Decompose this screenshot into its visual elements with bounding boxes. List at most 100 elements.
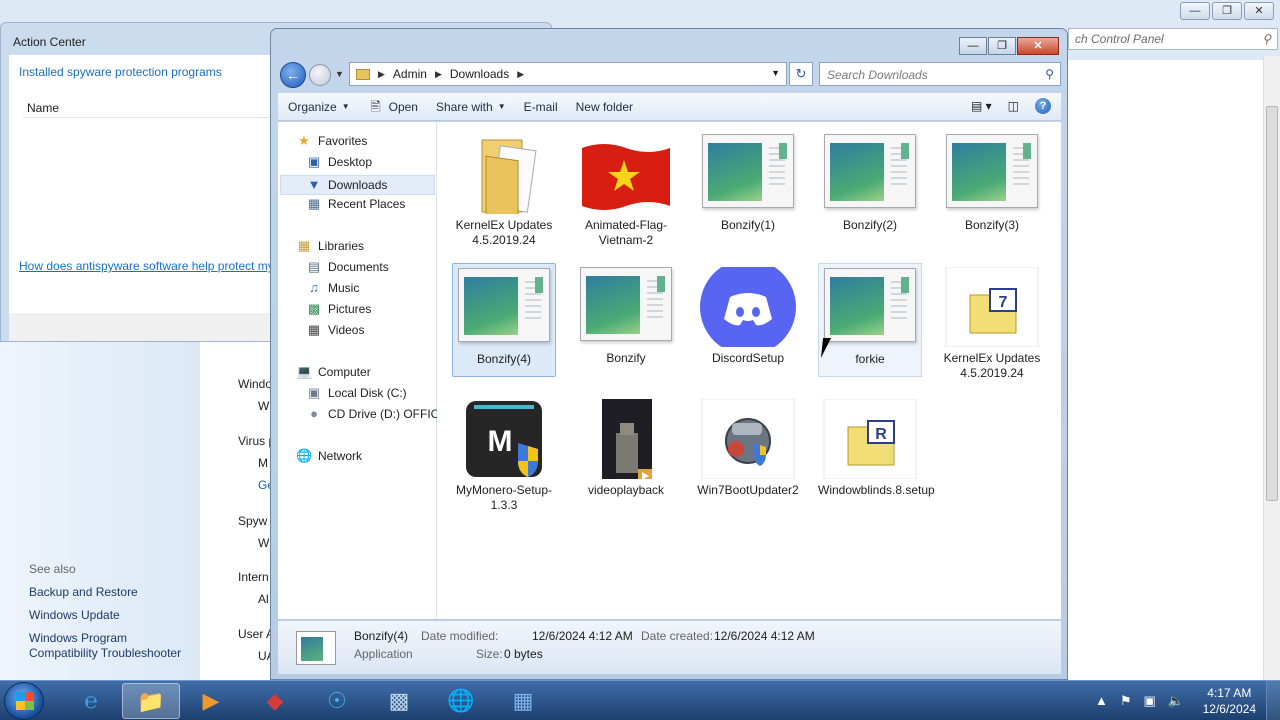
search-placeholder: Search Downloads: [827, 68, 928, 82]
name-column-header[interactable]: Name: [27, 101, 59, 115]
file-item[interactable]: Animated-Flag-Vietnam-2: [574, 130, 678, 248]
file-name: KernelEx Updates 4.5.2019.24: [455, 218, 553, 247]
see-also-heading: See also: [29, 562, 76, 576]
nav-videos[interactable]: ▦ Videos: [306, 323, 365, 338]
date-created-value: 12/6/2024 4:12 AM: [714, 629, 815, 643]
edge-browser-icon[interactable]: ☉: [308, 683, 366, 719]
show-hidden-icons-icon[interactable]: ▲: [1095, 693, 1108, 709]
file-item[interactable]: videoplayback: [574, 395, 678, 498]
show-desktop-button[interactable]: [1266, 681, 1280, 720]
section-fragment: Al: [258, 592, 269, 606]
minimize-button[interactable]: —: [959, 37, 987, 55]
file-item[interactable]: Win7BootUpdater2: [696, 395, 800, 498]
new-folder-button[interactable]: New folder: [576, 100, 633, 114]
file-item[interactable]: R Windowblinds.8.setup: [818, 395, 935, 498]
package-r-graphic: R: [823, 398, 917, 480]
action-center-flag-icon[interactable]: ⚑: [1120, 693, 1132, 709]
address-bar[interactable]: ▶ Admin ▶ Downloads ▶ ▼: [349, 62, 787, 86]
chevron-right-icon[interactable]: ▶: [435, 69, 442, 80]
email-button[interactable]: E-mail: [524, 100, 558, 114]
nav-network[interactable]: 🌐 Network: [296, 449, 362, 464]
date-modified-value: 12/6/2024 4:12 AM: [532, 629, 633, 643]
start-button[interactable]: [4, 682, 44, 720]
search-icon[interactable]: ⚲: [1262, 32, 1271, 46]
antispyware-help-link[interactable]: How does antispyware software help prote…: [19, 259, 274, 273]
file-item[interactable]: Bonzify: [574, 263, 678, 366]
breadcrumb-downloads[interactable]: Downloads: [450, 67, 509, 81]
file-item[interactable]: Bonzify(1): [696, 130, 800, 233]
open-button[interactable]: 🖹 Open: [368, 99, 418, 114]
window-thumbnail: [702, 134, 794, 208]
media-player-icon[interactable]: ▶: [182, 683, 240, 719]
volume-muted-icon[interactable]: 🔈: [1168, 693, 1184, 709]
forward-button[interactable]: [309, 64, 331, 86]
music-icon: ♫: [309, 280, 319, 295]
network-status-icon[interactable]: ▣: [1144, 693, 1156, 709]
nav-pictures[interactable]: ▩ Pictures: [306, 302, 372, 317]
change-view-icon[interactable]: ▤ ▾: [971, 99, 992, 113]
nav-cd-drive[interactable]: ● CD Drive (D:) OFFICE: [306, 407, 447, 422]
nav-libraries[interactable]: ▦ Libraries: [296, 239, 364, 254]
organize-button[interactable]: Organize ▼: [288, 100, 350, 114]
nav-favorites[interactable]: ★ Favorites: [296, 134, 367, 149]
windows-update-link[interactable]: Windows Update: [29, 608, 120, 622]
system-clock[interactable]: 4:17 AM 12/6/2024: [1203, 685, 1256, 717]
nav-computer[interactable]: 💻 Computer: [296, 365, 371, 380]
refresh-button[interactable]: ↻: [789, 62, 813, 86]
file-name: videoplayback: [587, 483, 665, 497]
nav-label: Documents: [328, 260, 389, 274]
window-thumbnail: [946, 134, 1038, 208]
file-name: MyMonero-Setup-1.3.3: [455, 483, 553, 512]
svg-text:M: M: [488, 425, 513, 458]
nav-documents[interactable]: ▤ Documents: [306, 260, 389, 275]
nav-recent-places[interactable]: ▦ Recent Places: [306, 197, 406, 212]
scrollbar-thumb[interactable]: [1266, 106, 1278, 501]
explorer-window: — ❐ ✕ ← ▼ ▶ Admin ▶ Downloads ▶ ▼ ↻ Sear…: [270, 28, 1068, 680]
file-item[interactable]: DiscordSetup: [696, 259, 800, 366]
search-icon[interactable]: ⚲: [1045, 67, 1054, 81]
search-downloads-input[interactable]: Search Downloads ⚲: [819, 62, 1061, 86]
file-name: Bonzify(4): [476, 352, 532, 366]
file-item[interactable]: Bonzify(3): [940, 130, 1044, 233]
internet-explorer-icon[interactable]: ℮: [62, 683, 120, 719]
control-panel-icon[interactable]: ▩: [370, 683, 428, 719]
maximize-button[interactable]: ❐: [1212, 2, 1242, 20]
chevron-right-icon[interactable]: ▶: [517, 69, 524, 80]
size-label: Size:: [476, 647, 503, 661]
network-globe-icon[interactable]: 🌐: [432, 683, 490, 719]
file-item-selected[interactable]: Bonzify(4): [452, 263, 556, 377]
share-with-button[interactable]: Share with ▼: [436, 100, 506, 114]
program-compat-link-line2[interactable]: Compatibility Troubleshooter: [29, 646, 181, 660]
backup-restore-link[interactable]: Backup and Restore: [29, 585, 138, 599]
control-panel-search-input[interactable]: ch Control Panel ⚲: [1068, 28, 1278, 50]
installer-app-icon[interactable]: ▦: [494, 683, 552, 719]
file-item[interactable]: Bonzify(2): [818, 130, 922, 233]
chevron-right-icon[interactable]: ▶: [378, 69, 385, 80]
file-list: KernelEx Updates 4.5.2019.24 Animated-Fl…: [437, 122, 1061, 619]
close-button[interactable]: ✕: [1017, 37, 1059, 55]
boot-updater-graphic: [701, 398, 795, 480]
program-compat-link[interactable]: Windows Program: [29, 631, 127, 645]
antivirus-app-icon[interactable]: ◆: [246, 683, 304, 719]
file-item[interactable]: M MyMonero-Setup-1.3.3: [452, 395, 556, 513]
file-explorer-icon[interactable]: 📁: [122, 683, 180, 719]
control-panel-scrollbar[interactable]: [1263, 56, 1280, 680]
close-button[interactable]: ✕: [1244, 2, 1274, 20]
breadcrumb-admin[interactable]: Admin: [393, 67, 427, 81]
file-item[interactable]: 7 KernelEx Updates 4.5.2019.24: [940, 263, 1044, 381]
back-button[interactable]: ←: [280, 62, 306, 88]
preview-pane-icon[interactable]: ◫: [1008, 99, 1019, 113]
address-dropdown-icon[interactable]: ▼: [771, 68, 780, 78]
nav-downloads[interactable]: ▼ Downloads: [280, 175, 435, 195]
help-icon[interactable]: ?: [1035, 98, 1051, 114]
spyware-programs-link[interactable]: Installed spyware protection programs: [19, 65, 222, 79]
minimize-button[interactable]: —: [1180, 2, 1210, 20]
nav-local-disk[interactable]: ▣ Local Disk (C:): [306, 386, 407, 401]
maximize-button[interactable]: ❐: [988, 37, 1016, 55]
file-name: Bonzify(2): [842, 218, 898, 232]
recent-pages-dropdown[interactable]: ▼: [335, 69, 344, 79]
file-item[interactable]: KernelEx Updates 4.5.2019.24: [452, 130, 556, 248]
nav-music[interactable]: ♫ Music: [306, 280, 359, 296]
nav-desktop[interactable]: ▣ Desktop: [306, 155, 372, 170]
file-item-hovered[interactable]: forkie: [818, 263, 922, 377]
